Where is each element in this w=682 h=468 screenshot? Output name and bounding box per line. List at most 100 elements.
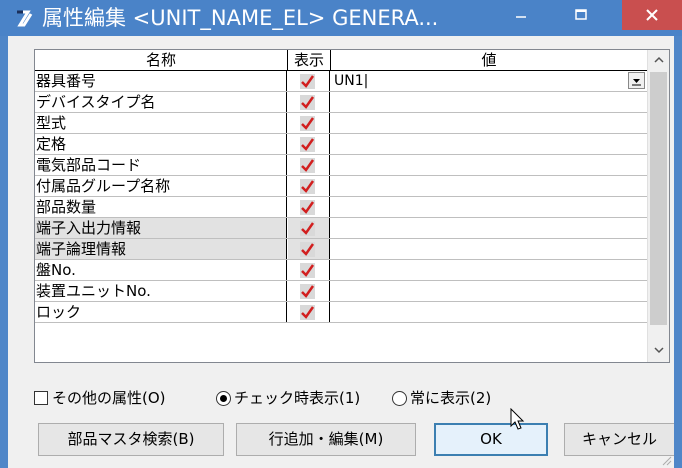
attribute-name-cell: 端子論理情報 xyxy=(35,239,287,259)
show-checkbox-cell[interactable] xyxy=(288,71,330,91)
table-row[interactable]: 盤No. xyxy=(35,260,647,281)
table-row[interactable]: 部品数量 xyxy=(35,197,647,218)
value-cell[interactable] xyxy=(331,176,647,196)
table-row[interactable]: 端子入出力情報 xyxy=(35,218,647,239)
table-row[interactable]: ロック xyxy=(35,302,647,323)
show-checkbox-cell[interactable] xyxy=(288,155,330,175)
show-checkbox-cell[interactable] xyxy=(288,113,330,133)
show-when-checked-label: チェック時表示(1) xyxy=(234,389,361,407)
mouse-cursor-icon xyxy=(510,408,525,430)
attribute-name-cell: 定格 xyxy=(35,134,287,154)
column-header-value[interactable]: 値 xyxy=(331,50,647,70)
table-row[interactable]: 器具番号 UN1| xyxy=(35,71,647,92)
close-icon xyxy=(646,9,658,21)
column-header-show[interactable]: 表示 xyxy=(288,50,331,70)
value-cell[interactable] xyxy=(331,302,647,322)
scroll-thumb[interactable] xyxy=(650,72,667,325)
show-checkbox[interactable] xyxy=(300,305,315,320)
value-cell[interactable] xyxy=(331,281,647,301)
attribute-name-cell: 器具番号 xyxy=(35,71,287,91)
show-checkbox[interactable] xyxy=(300,263,315,278)
add-edit-row-button[interactable]: 行追加・編集(M) xyxy=(236,423,416,456)
checkmark-icon xyxy=(301,138,315,151)
always-show-radio[interactable] xyxy=(392,390,407,406)
show-when-checked-radio[interactable] xyxy=(216,390,231,406)
checkmark-icon xyxy=(301,159,315,172)
table-row[interactable]: 装置ユニットNo. xyxy=(35,281,647,302)
window-title: 属性編集 <UNIT_NAME_EL> GENERA... xyxy=(42,6,439,30)
show-checkbox[interactable] xyxy=(300,95,315,110)
show-checkbox[interactable] xyxy=(300,221,315,236)
close-button[interactable] xyxy=(622,0,682,30)
checkmark-icon xyxy=(301,96,315,109)
show-checkbox-cell[interactable] xyxy=(288,281,330,301)
show-checkbox[interactable] xyxy=(300,74,315,89)
value-cell[interactable] xyxy=(331,218,647,238)
show-checkbox[interactable] xyxy=(300,242,315,257)
vertical-scrollbar[interactable] xyxy=(647,50,669,362)
value-cell[interactable] xyxy=(331,113,647,133)
value-input[interactable]: UN1| xyxy=(331,71,647,91)
value-cell[interactable] xyxy=(331,134,647,154)
table-row[interactable]: 電気部品コード xyxy=(35,155,647,176)
value-cell[interactable] xyxy=(331,155,647,175)
show-checkbox[interactable] xyxy=(300,116,315,131)
always-show-option[interactable]: 常に表示(2) xyxy=(392,388,491,408)
table-row[interactable]: 型式 xyxy=(35,113,647,134)
attribute-name-cell: 部品数量 xyxy=(35,197,287,217)
show-checkbox-cell[interactable] xyxy=(288,134,330,154)
show-checkbox[interactable] xyxy=(300,137,315,152)
caret-down-icon xyxy=(632,79,641,86)
attribute-name-cell: 盤No. xyxy=(35,260,287,280)
minimize-icon xyxy=(516,16,526,18)
show-checkbox-cell[interactable] xyxy=(288,260,330,280)
table-row[interactable]: 定格 xyxy=(35,134,647,155)
maximize-button[interactable] xyxy=(558,0,604,30)
resize-grip-icon[interactable] xyxy=(662,456,672,466)
table-row[interactable]: 端子論理情報 xyxy=(35,239,647,260)
app-logo-icon xyxy=(17,10,33,27)
show-checkbox-cell[interactable] xyxy=(288,197,330,217)
chevron-down-icon xyxy=(653,347,664,354)
checkmark-icon xyxy=(301,264,315,277)
dialog-body: 名称 表示 値 器具番号 UN1| デバイスタイプ名 型式 定格 電気部品コード 付属品グル… xyxy=(8,36,674,468)
attribute-name-cell: 付属品グループ名称 xyxy=(35,176,287,196)
other-attributes-checkbox[interactable] xyxy=(34,391,48,405)
show-when-checked-option[interactable]: チェック時表示(1) xyxy=(216,388,360,408)
table-row[interactable]: デバイスタイプ名 xyxy=(35,92,647,113)
value-cell[interactable] xyxy=(331,260,647,280)
attribute-name-cell: 装置ユニットNo. xyxy=(35,281,287,301)
title-bar[interactable]: 属性編集 <UNIT_NAME_EL> GENERA... xyxy=(0,0,682,36)
checkmark-icon xyxy=(301,117,315,130)
value-cell[interactable] xyxy=(331,239,647,259)
scroll-down-button[interactable] xyxy=(648,340,669,360)
show-checkbox-cell[interactable] xyxy=(288,176,330,196)
show-checkbox[interactable] xyxy=(300,179,315,194)
show-checkbox[interactable] xyxy=(300,200,315,215)
value-cell[interactable] xyxy=(331,197,647,217)
checkmark-icon xyxy=(301,243,315,256)
ok-button[interactable]: OK xyxy=(434,423,548,456)
chevron-up-icon xyxy=(653,56,664,63)
other-attributes-label: その他の属性(O) xyxy=(52,389,166,407)
column-header-name[interactable]: 名称 xyxy=(35,50,288,70)
dropdown-button[interactable] xyxy=(628,72,645,89)
cancel-button[interactable]: キャンセル xyxy=(564,423,674,456)
scroll-up-button[interactable] xyxy=(648,50,669,70)
attribute-edit-dialog: 属性編集 <UNIT_NAME_EL> GENERA... 名称 表示 値 器具… xyxy=(0,0,682,468)
checkmark-icon xyxy=(301,222,315,235)
attribute-name-cell: 端子入出力情報 xyxy=(35,218,287,238)
show-checkbox[interactable] xyxy=(300,284,315,299)
parts-master-search-button[interactable]: 部品マスタ検索(B) xyxy=(38,423,224,456)
show-checkbox-cell[interactable] xyxy=(288,218,330,238)
value-cell[interactable] xyxy=(331,92,647,112)
attribute-name-cell: ロック xyxy=(35,302,287,322)
show-checkbox-cell[interactable] xyxy=(288,92,330,112)
checkmark-icon xyxy=(301,306,315,319)
show-checkbox-cell[interactable] xyxy=(288,302,330,322)
show-checkbox-cell[interactable] xyxy=(288,239,330,259)
minimize-button[interactable] xyxy=(498,0,544,30)
show-checkbox[interactable] xyxy=(300,158,315,173)
other-attributes-option[interactable]: その他の属性(O) xyxy=(34,388,166,408)
table-row[interactable]: 付属品グループ名称 xyxy=(35,176,647,197)
